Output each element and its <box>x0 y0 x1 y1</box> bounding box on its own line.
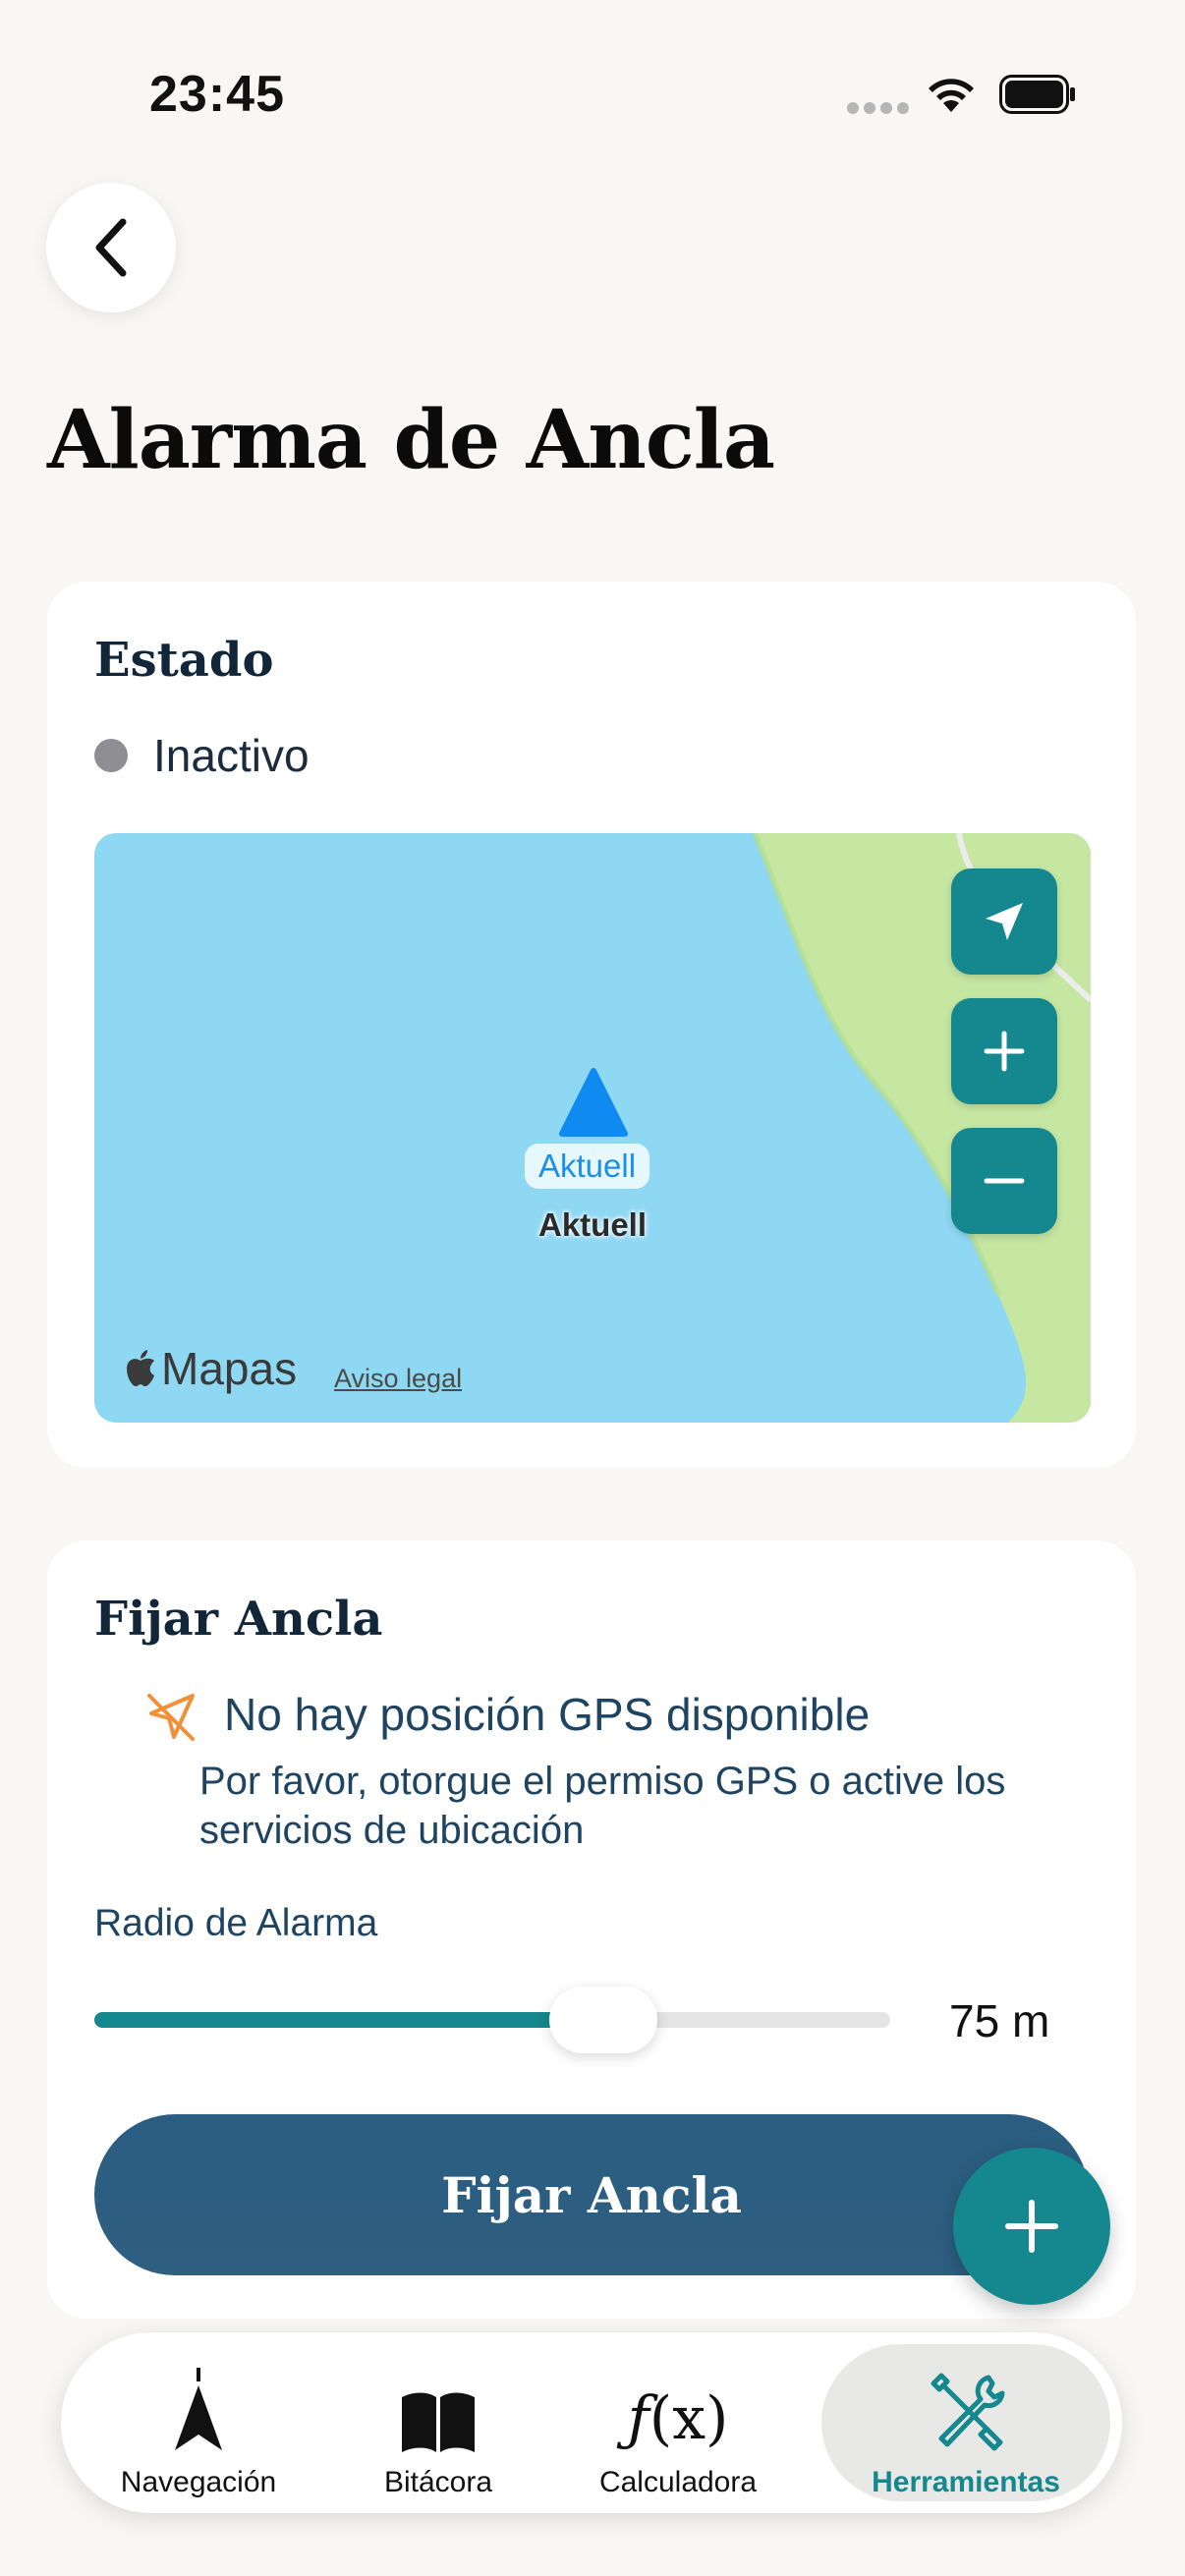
battery-icon <box>999 75 1075 114</box>
book-icon <box>402 2392 475 2452</box>
tools-icon <box>931 2373 1005 2451</box>
chevron-left-icon <box>95 218 127 277</box>
plus-icon <box>1005 2200 1058 2253</box>
status-indicator: Inactivo <box>94 729 310 782</box>
status-dot <box>94 739 128 772</box>
zoom-in-button[interactable] <box>951 998 1057 1104</box>
tab-label: Navegación <box>120 2466 277 2498</box>
alarm-radius-slider[interactable] <box>94 1987 890 2053</box>
location-slash-icon <box>147 1694 195 1741</box>
slider-thumb[interactable] <box>549 1987 658 2053</box>
apple-logo-icon <box>127 1350 154 1386</box>
slider-fill <box>94 2012 604 2028</box>
alarm-radius-value: 75 m <box>949 1995 1050 2046</box>
tab-navegacion[interactable]: Navegación <box>71 2332 326 2513</box>
compass-needle-icon <box>175 2368 222 2450</box>
gps-warning-detail: Por favor, otorgue el permiso GPS o acti… <box>199 1760 1006 1852</box>
tab-label: Calculadora <box>598 2466 758 2498</box>
add-button[interactable] <box>953 2148 1110 2305</box>
cellular-signal-icon <box>847 102 910 116</box>
marker-caption: Aktuell <box>537 1206 648 1243</box>
function-icon: ƒ(x) <box>627 2384 729 2453</box>
tab-herramientas[interactable]: Herramientas <box>821 2344 1110 2501</box>
tab-bitacora[interactable]: Bitácora <box>310 2332 566 2513</box>
legal-link[interactable]: Aviso legal <box>334 1364 462 1394</box>
tab-label: Herramientas <box>872 2466 1060 2498</box>
page-title: Alarma de Ancla <box>47 393 775 487</box>
position-marker-icon[interactable] <box>558 1067 629 1138</box>
tab-bar: Navegación Bitácora ƒ(x) Calculadora Her… <box>61 2332 1122 2513</box>
gps-warning-title: No hay posición GPS disponible <box>224 1689 871 1740</box>
set-anchor-button-label: Fijar Ancla <box>441 2165 742 2224</box>
zoom-in-icon <box>984 1031 1025 1072</box>
zoom-out-icon <box>984 1178 1025 1184</box>
tab-calculadora[interactable]: ƒ(x) Calculadora <box>550 2332 806 2513</box>
status-text: Inactivo <box>153 730 310 781</box>
set-anchor-card-title: Fijar Ancla <box>94 1592 383 1647</box>
tab-label: Bitácora <box>383 2466 493 2498</box>
alarm-radius-label: Radio de Alarma <box>94 1902 378 1944</box>
map-view[interactable]: Aktuell Aktuell Mapas Aviso legal <box>94 833 1091 1423</box>
status-bar: 23:45 <box>0 0 1185 187</box>
maps-brand-text: Mapas <box>161 1343 298 1394</box>
location-arrow-icon <box>986 903 1023 940</box>
maps-attribution: Mapas <box>124 1342 297 1395</box>
wifi-icon <box>929 79 974 112</box>
status-card: Estado Inactivo Aktuell Aktuell Mapas Av… <box>47 582 1136 1468</box>
back-button[interactable] <box>46 183 176 312</box>
set-anchor-button[interactable]: Fijar Ancla <box>94 2114 1089 2275</box>
status-time: 23:45 <box>149 66 285 123</box>
status-card-title: Estado <box>94 633 274 688</box>
locate-me-button[interactable] <box>951 868 1057 975</box>
marker-label: Aktuell <box>525 1144 650 1189</box>
